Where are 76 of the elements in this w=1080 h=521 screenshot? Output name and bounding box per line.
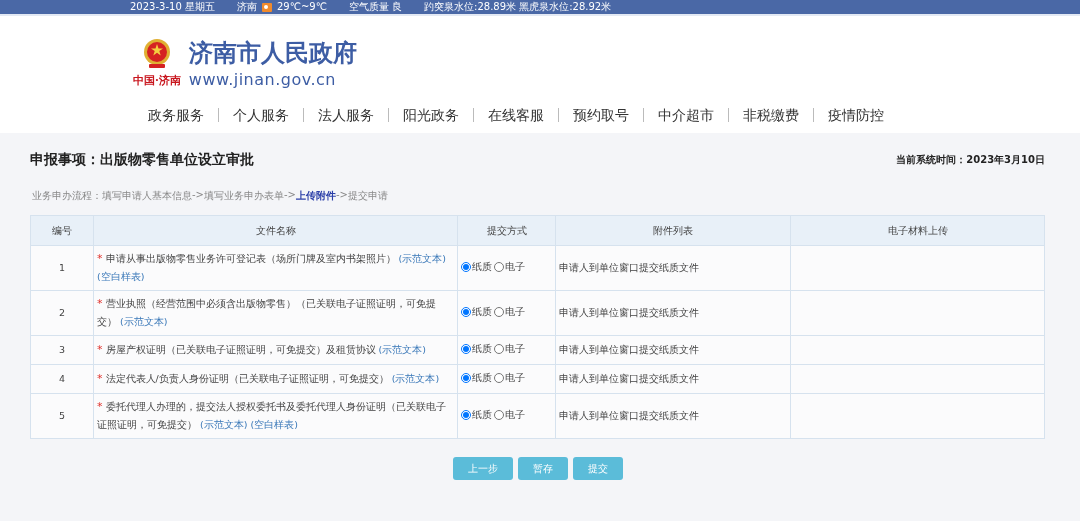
page-title: 申报事项：出版物零售单位设立审批 (30, 151, 254, 169)
column-header: 提交方式 (457, 215, 556, 246)
emblem-icon (141, 38, 172, 70)
radio-button[interactable] (461, 410, 471, 420)
radio-label[interactable]: 纸质 (472, 303, 492, 321)
radio-label[interactable]: 电子 (505, 406, 525, 424)
step-arrow: -> (336, 189, 348, 200)
radio-button[interactable] (494, 307, 504, 317)
nav-link[interactable]: 政务服务 (138, 108, 218, 122)
radio-button[interactable] (461, 344, 471, 354)
nav-link[interactable]: 非税缴费 (728, 108, 813, 122)
city-text: 济南 (236, 0, 257, 14)
attachment-text: 申请人到单位窗口提交纸质文件 (559, 344, 699, 355)
air-quality-text: 空气质量 良 (348, 0, 403, 14)
process-label: 业务申办流程： (32, 189, 102, 203)
radio-label[interactable]: 电子 (505, 258, 525, 276)
logo-caption: 中国·济南 (133, 73, 181, 88)
row-number: 5 (30, 393, 94, 439)
attachment-text: 申请人到单位窗口提交纸质文件 (559, 307, 699, 318)
weather-icon (261, 2, 272, 12)
row-number: 1 (30, 245, 94, 291)
radio-label[interactable]: 纸质 (472, 369, 492, 387)
radio-button[interactable] (494, 373, 504, 383)
radio-button[interactable] (494, 262, 504, 272)
template-link[interactable]: (空白样表) (250, 419, 298, 430)
step-arrow: -> (284, 189, 296, 202)
radio-button[interactable] (494, 344, 504, 354)
attachment-text: 申请人到单位窗口提交纸质文件 (559, 373, 699, 384)
process-step: 提交申请 (348, 189, 388, 203)
file-name: * 房屋产权证明（已关联电子证照证明，可免提交）及租赁协议 (示范文本) (97, 344, 426, 355)
radio-button[interactable] (461, 262, 471, 272)
column-header: 文件名称 (93, 215, 458, 246)
nav-link[interactable]: 疫情防控 (813, 108, 898, 122)
row-number: 4 (30, 364, 94, 394)
nav-link[interactable]: 预约取号 (558, 108, 643, 122)
radio-button[interactable] (461, 307, 471, 317)
nav-link[interactable]: 在线客服 (473, 108, 558, 122)
nav-link[interactable]: 中介超市 (643, 108, 728, 122)
attachment-text: 申请人到单位窗口提交纸质文件 (559, 410, 699, 421)
water-level-text: 趵突泉水位:28.89米 黑虎泉水位:28.92米 (424, 0, 612, 14)
radio-label[interactable]: 电子 (505, 369, 525, 387)
template-link[interactable]: (示范文本) (378, 344, 426, 355)
row-number: 3 (30, 335, 94, 365)
template-link[interactable]: (示范文本) (391, 373, 440, 384)
radio-button[interactable] (494, 410, 504, 420)
file-name: * 法定代表人/负责人身份证明（已关联电子证照证明，可免提交） (示范文本) (97, 373, 440, 384)
column-header: 附件列表 (555, 215, 791, 246)
date-text: 2023-3-10 星期五 (130, 0, 215, 14)
nav-link[interactable]: 法人服务 (303, 108, 388, 122)
process-step: 上传附件 (296, 189, 336, 203)
site-title: 济南市人民政府 (188, 37, 357, 68)
radio-label[interactable]: 纸质 (472, 406, 492, 424)
column-header: 电子材料上传 (790, 215, 1045, 246)
step-arrow: -> (192, 189, 204, 200)
column-header: 编号 (30, 215, 94, 246)
radio-button[interactable] (461, 373, 471, 383)
radio-label[interactable]: 电子 (505, 340, 525, 358)
process-step: 填写申请人基本信息 (102, 189, 192, 203)
file-name: * 营业执照（经营范围中必须含出版物零售）（已关联电子证照证明，可免提交） (示范文本) (97, 298, 436, 327)
radio-label[interactable]: 纸质 (472, 258, 492, 276)
process-step: 填写业务申办表单 (204, 189, 284, 203)
template-link[interactable]: (示范文本) (200, 419, 248, 430)
radio-label[interactable]: 电子 (505, 303, 525, 321)
nav-link[interactable]: 阳光政务 (388, 108, 473, 122)
file-name: * 申请从事出版物零售业务许可登记表（场所门牌及室内书架照片） (示范文本) (空白样表) (97, 253, 446, 282)
nav-link[interactable]: 个人服务 (218, 108, 303, 122)
radio-label[interactable]: 纸质 (472, 340, 492, 358)
template-link[interactable]: (示范文本) (398, 253, 446, 264)
site-url: www.jinan.gov.cn (188, 69, 337, 89)
attachment-text: 申请人到单位窗口提交纸质文件 (559, 262, 699, 273)
system-time: 当前系统时间：2023年3月10日 (896, 153, 1045, 167)
template-link[interactable]: (示范文本) (120, 316, 168, 327)
temperature-text: 29℃~9℃ (276, 0, 327, 14)
file-name: * 委托代理人办理的，提交法人授权委托书及委托代理人身份证明（已关联电子证照证明，可免提交） (示范文本) (空白样表) (97, 401, 446, 430)
template-link[interactable]: (空白样表) (97, 271, 145, 282)
row-number: 2 (30, 290, 94, 336)
